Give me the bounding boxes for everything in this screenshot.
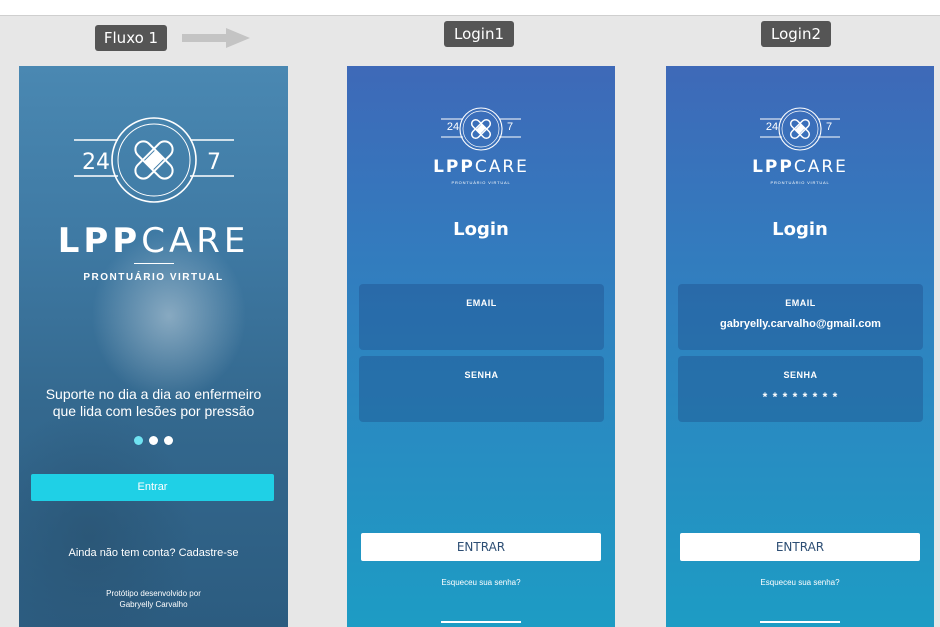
screen-label-login2: Login2 [761,21,831,47]
home-indicator [760,621,840,623]
login-screen-empty: 24 7 LPPCARE PRONTUÁRIO VIRTUAL Login EM… [347,66,615,627]
email-value: gabryelly.carvalho@gmail.com [720,318,881,330]
flow-label: Fluxo 1 [95,25,167,51]
storyboard: Fluxo 1 Login1 Login2 24 7 LPPCARE PRONT… [0,0,940,627]
tagline: PRONTUÁRIO VIRTUAL [770,180,830,185]
home-indicator [441,621,521,623]
brand-care: CARE [141,221,250,261]
welcome-subtitle-line1: Suporte no dia a dia ao enfermeiro [45,386,262,402]
password-field[interactable]: SENHA * * * * * * * * [678,356,923,422]
carousel-dot-active[interactable] [134,436,143,445]
logo-number-right: 7 [207,150,221,175]
logo-number-left: 24 [446,121,460,133]
password-field[interactable]: SENHA [359,356,604,422]
logo-number-left: 24 [82,150,110,175]
email-label: EMAIL [466,298,497,308]
brand-lpp: LPP [752,157,794,177]
carousel-dot[interactable] [164,436,173,445]
brand-care: CARE [474,157,529,177]
brand-name: LPPCARE [666,157,934,177]
credit-line2: Gabryelly Carvalho [119,600,188,609]
tagline: PRONTUÁRIO VIRTUAL [451,180,511,185]
forgot-password-link[interactable]: Esqueceu sua senha? [347,578,615,587]
brand-name: LPPCARE [19,221,288,261]
carousel-dots [134,436,174,446]
brand-name: LPPCARE [347,157,615,177]
password-label: SENHA [783,370,818,380]
brand-care: CARE [793,157,848,177]
screen-label-login1: Login1 [444,21,514,47]
login-heading: Login [453,219,509,240]
email-field[interactable]: EMAIL gabryelly.carvalho@gmail.com [678,284,923,350]
email-field[interactable]: EMAIL [359,284,604,350]
login-submit-button[interactable]: ENTRAR [361,533,601,561]
tagline: PRONTUÁRIO VIRTUAL [83,272,224,283]
password-label: SENHA [464,370,499,380]
logo-number-right: 7 [825,121,833,133]
login-heading: Login [772,219,828,240]
login-screen-filled: 24 7 LPPCARE PRONTUÁRIO VIRTUAL Login EM… [666,66,934,627]
password-value: * * * * * * * * [762,390,839,404]
forgot-password-link[interactable]: Esqueceu sua senha? [666,578,934,587]
logo-number-right: 7 [506,121,514,133]
brand-lpp: LPP [57,221,142,261]
welcome-subtitle-line2: que lida com lesões por pressão [52,403,255,419]
arrow-right-icon [182,28,250,48]
brand-divider [134,263,174,264]
email-label: EMAIL [785,298,816,308]
welcome-screen: 24 7 LPPCARE PRONTUÁRIO VIRTUAL Suporte … [19,66,288,627]
carousel-dot[interactable] [149,436,158,445]
logo-number-left: 24 [765,121,779,133]
credit-line1: Protótipo desenvolvido por [106,589,201,598]
brand-lpp: LPP [433,157,475,177]
signup-link[interactable]: Ainda não tem conta? Cadastre-se [19,547,288,559]
login-submit-button[interactable]: ENTRAR [680,533,920,561]
enter-button[interactable]: Entrar [31,474,274,501]
